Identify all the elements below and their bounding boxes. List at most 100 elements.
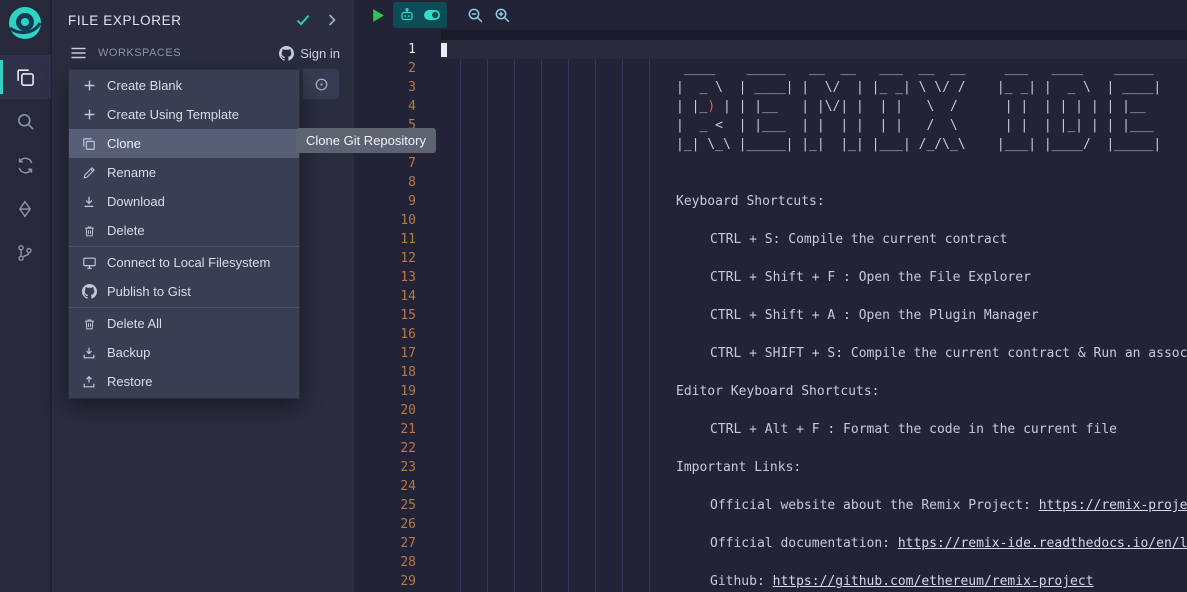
sidebar-item-file-explorer[interactable] <box>0 55 51 99</box>
editor-line-7[interactable] <box>441 154 1187 173</box>
workspaces-label: WORKSPACES <box>98 47 181 59</box>
remix-ai-icon <box>399 7 415 23</box>
menu-item-delete[interactable]: Delete <box>69 216 299 245</box>
check-icon[interactable] <box>296 14 310 26</box>
editor-line-27[interactable]: Official documentation: https://remix-id… <box>441 534 1187 553</box>
line-number: 19 <box>354 382 416 401</box>
clone-icon <box>81 137 97 151</box>
zoom-out-icon[interactable] <box>467 7 484 24</box>
menu-item-rename[interactable]: Rename <box>69 158 299 187</box>
editor-line-20[interactable] <box>441 401 1187 420</box>
editor-line-14[interactable] <box>441 287 1187 306</box>
editor-line-24[interactable] <box>441 477 1187 496</box>
solidity-compiler-icon <box>16 156 35 175</box>
link[interactable]: https://remix-project.org/ <box>1039 498 1187 513</box>
clone-tooltip: Clone Git Repository <box>296 128 436 153</box>
line-number: 11 <box>354 230 416 249</box>
menu-item-label: Backup <box>107 345 150 360</box>
line-number: 3 <box>354 78 416 97</box>
restore-icon <box>81 375 97 389</box>
menu-item-download[interactable]: Download <box>69 187 299 216</box>
sidebar-item-git[interactable] <box>0 231 51 275</box>
editor-content[interactable]: ____ _____ __ __ ___ __ __ ___ ____ ____… <box>441 40 1187 592</box>
github-icon <box>81 284 97 299</box>
menu-item-label: Connect to Local Filesystem <box>107 255 270 270</box>
editor-line-19[interactable]: Editor Keyboard Shortcuts: <box>441 382 1187 401</box>
file-explorer-icon <box>15 67 35 87</box>
editor-line-4[interactable]: | |_) | | |__ | |\/| | | | \ / | | | | |… <box>441 97 1187 116</box>
menu-item-label: Delete All <box>107 316 162 331</box>
editor-line-11[interactable]: CTRL + S: Compile the current contract <box>441 230 1187 249</box>
editor-line-15[interactable]: CTRL + Shift + A : Open the Plugin Manag… <box>441 306 1187 325</box>
menu-item-label: Clone <box>107 136 141 151</box>
editor-toolbar <box>354 0 1187 30</box>
editor-line-6[interactable]: |_| \_\ |_____| |_| |_| |___| /_/\_\ |__… <box>441 135 1187 154</box>
editor-line-1[interactable] <box>441 40 1187 59</box>
menu-item-create-blank[interactable]: Create Blank <box>69 71 299 100</box>
sidebar-item-deploy-run[interactable] <box>0 187 51 231</box>
panel-header: FILE EXPLORER <box>52 0 354 40</box>
editor-line-16[interactable] <box>441 325 1187 344</box>
editor-cursor <box>441 43 447 57</box>
desktop-icon <box>81 256 97 270</box>
remix-logo[interactable] <box>7 7 43 43</box>
line-number: 4 <box>354 97 416 116</box>
github-icon <box>279 46 294 61</box>
editor-line-8[interactable] <box>441 173 1187 192</box>
workspace-options-button[interactable] <box>303 69 339 99</box>
editor-line-28[interactable] <box>441 553 1187 572</box>
run-script-icon[interactable] <box>372 8 385 23</box>
editor-line-12[interactable] <box>441 249 1187 268</box>
editor-line-10[interactable] <box>441 211 1187 230</box>
editor-line-9[interactable]: Keyboard Shortcuts: <box>441 192 1187 211</box>
remix-ai-copilot-group[interactable] <box>393 2 447 28</box>
menu-item-clone[interactable]: Clone <box>69 129 299 158</box>
editor-line-5[interactable]: | _ < | |___ | | | | | | / \ | | | |_| |… <box>441 116 1187 135</box>
menu-item-backup[interactable]: Backup <box>69 338 299 367</box>
editor-line-29[interactable]: Github: https://github.com/ethereum/remi… <box>441 572 1187 591</box>
download-icon <box>81 195 97 209</box>
link[interactable]: https://remix-ide.readthedocs.io/en/late… <box>898 536 1187 551</box>
line-number: 27 <box>354 534 416 553</box>
editor-line-17[interactable]: CTRL + SHIFT + S: Compile the current co… <box>441 344 1187 363</box>
sign-in-button[interactable]: Sign in <box>279 46 340 61</box>
sidebar-item-solidity-compiler[interactable] <box>0 143 51 187</box>
line-number: 26 <box>354 515 416 534</box>
menu-item-restore[interactable]: Restore <box>69 367 299 396</box>
editor-line-2[interactable]: ____ _____ __ __ ___ __ __ ___ ____ ____… <box>441 59 1187 78</box>
menu-item-label: Restore <box>107 374 153 389</box>
line-number: 8 <box>354 173 416 192</box>
line-number: 25 <box>354 496 416 515</box>
sidebar-icons <box>0 55 51 275</box>
menu-item-delete-all[interactable]: Delete All <box>69 309 299 338</box>
menu-item-label: Download <box>107 194 165 209</box>
git-icon <box>16 244 34 262</box>
editor-line-25[interactable]: Official website about the Remix Project… <box>441 496 1187 515</box>
sidebar-item-search[interactable] <box>0 99 51 143</box>
menu-item-create-using-template[interactable]: Create Using Template <box>69 100 299 129</box>
line-number: 29 <box>354 572 416 591</box>
link[interactable]: https://github.com/ethereum/remix-projec… <box>773 574 1094 589</box>
editor-line-18[interactable] <box>441 363 1187 382</box>
trash-icon <box>81 224 97 238</box>
editor-line-21[interactable]: CTRL + Alt + F : Format the code in the … <box>441 420 1187 439</box>
chevron-right-icon[interactable] <box>328 14 336 26</box>
line-number: 23 <box>354 458 416 477</box>
zoom-in-icon[interactable] <box>494 7 511 24</box>
menu-item-connect-to-local-filesystem[interactable]: Connect to Local Filesystem <box>69 248 299 277</box>
line-number: 9 <box>354 192 416 211</box>
editor-gutter: 1234567891011121314151617181920212223242… <box>354 40 416 592</box>
editor-line-23[interactable]: Important Links: <box>441 458 1187 477</box>
search-icon <box>16 112 35 131</box>
line-number: 1 <box>354 40 416 59</box>
editor-line-3[interactable]: | _ \ | ____| | \/ | |_ _| \ \/ / |_ _| … <box>441 78 1187 97</box>
hamburger-menu-icon[interactable] <box>70 46 87 60</box>
line-number: 13 <box>354 268 416 287</box>
backup-icon <box>81 346 97 360</box>
sign-in-label: Sign in <box>300 46 340 61</box>
editor-line-22[interactable] <box>441 439 1187 458</box>
editor-line-13[interactable]: CTRL + Shift + F : Open the File Explore… <box>441 268 1187 287</box>
menu-item-publish-to-gist[interactable]: Publish to Gist <box>69 277 299 306</box>
editor-line-26[interactable] <box>441 515 1187 534</box>
remix-logo-icon <box>7 5 43 46</box>
